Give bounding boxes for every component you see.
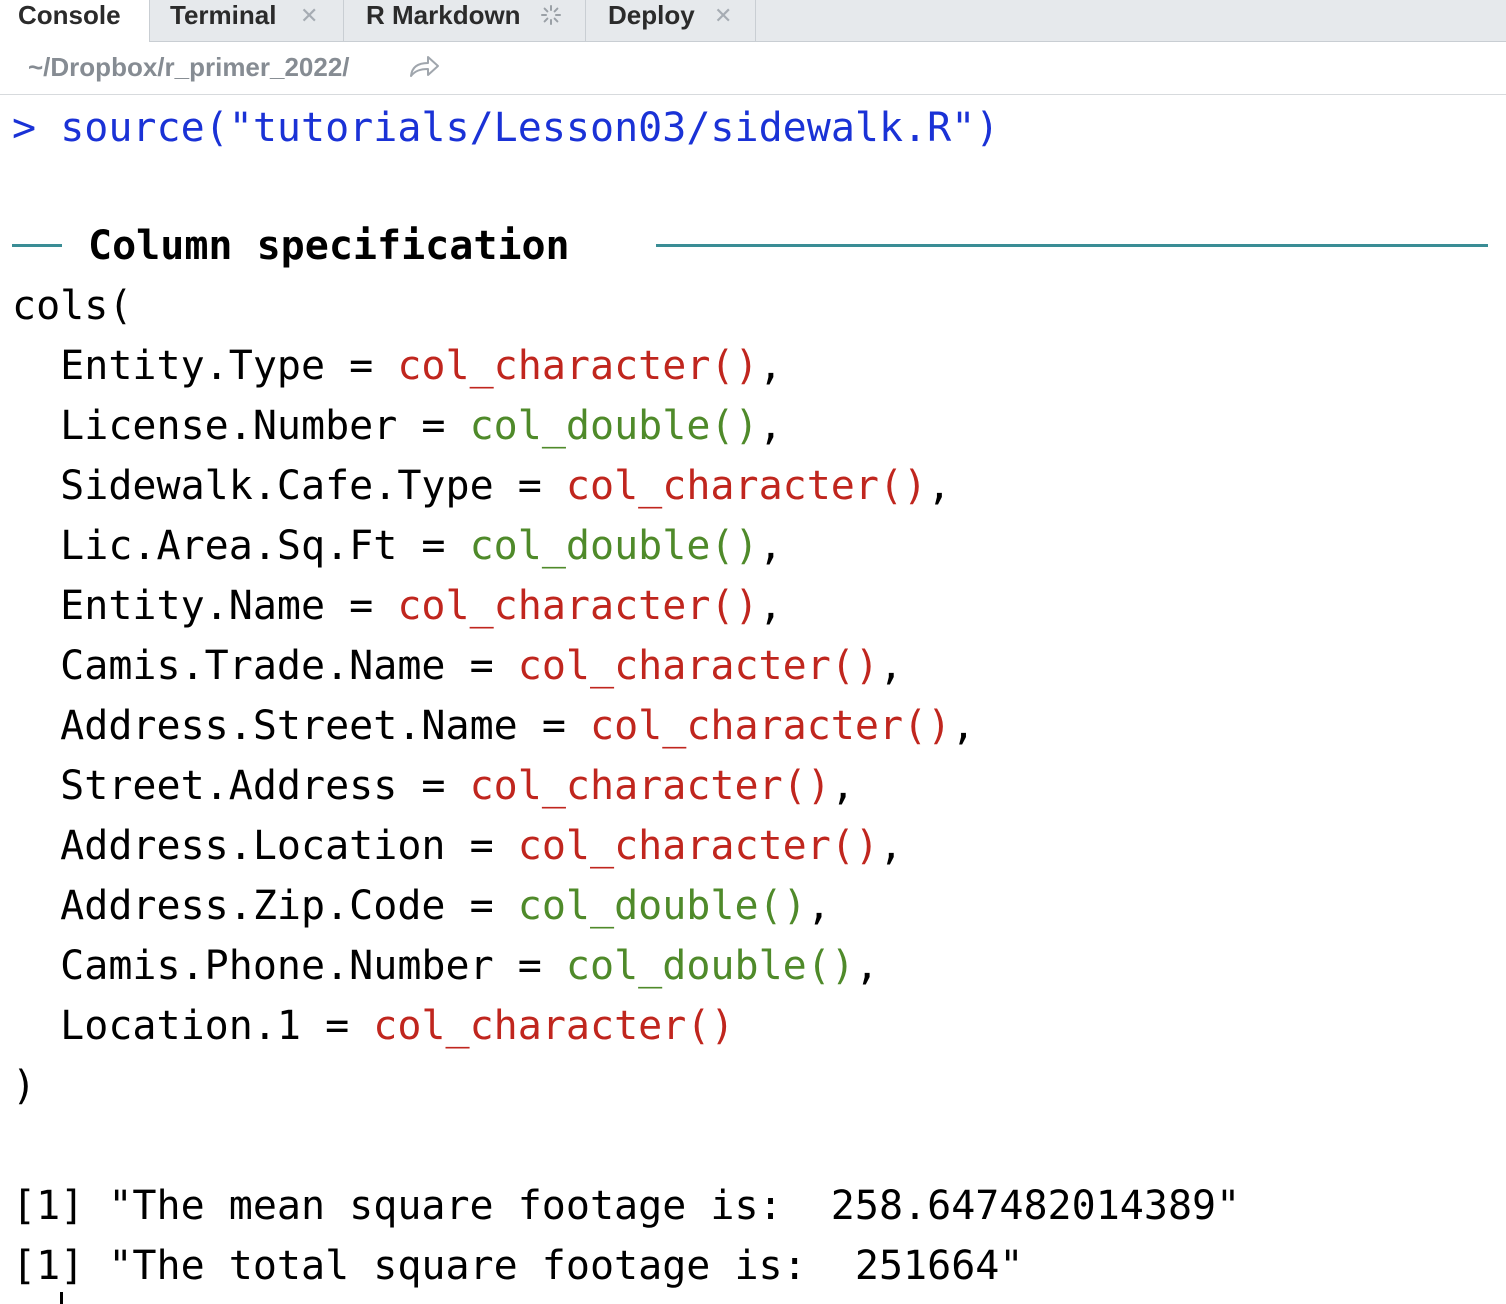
col-type: col_character()	[397, 343, 759, 389]
col-name: Address.Location	[60, 823, 446, 869]
col-type: col_character()	[373, 1003, 735, 1049]
go-to-directory-icon[interactable]	[408, 54, 440, 80]
col-sep: ,	[854, 943, 879, 989]
col-sep: ,	[806, 883, 831, 929]
col-type: col_character()	[517, 643, 879, 689]
col-name: Camis.Phone.Number	[60, 943, 494, 989]
col-name: Location.1	[60, 1003, 301, 1049]
console-output[interactable]: > source("tutorials/Lesson03/sidewalk.R"…	[0, 96, 1506, 1304]
spec-line: Location.1 = col_character()	[60, 1003, 735, 1049]
col-sep: ,	[878, 643, 904, 689]
col-name: Street.Address	[60, 763, 398, 809]
close-icon[interactable]: ✕	[714, 2, 732, 32]
tab-r-markdown-label: R Markdown	[366, 0, 521, 30]
col-name: Sidewalk.Cafe.Type	[60, 463, 494, 509]
spec-line: Lic.Area.Sq.Ft = col_double(),	[60, 523, 783, 569]
console-command: source("tutorials/Lesson03/sidewalk.R")	[60, 105, 1000, 151]
working-directory-path: ~/Dropbox/r_primer_2022/	[28, 52, 350, 82]
spec-line: License.Number = col_double(),	[60, 403, 783, 449]
spec-line: Address.Location = col_character(),	[60, 823, 904, 869]
spec-rule-left	[12, 244, 62, 247]
col-name: Address.Zip.Code	[60, 883, 446, 929]
spec-line: Address.Zip.Code = col_double(),	[60, 883, 831, 929]
spec-line: Sidewalk.Cafe.Type = col_character(),	[60, 463, 952, 509]
tab-console-label: Console	[18, 0, 121, 30]
col-name: Lic.Area.Sq.Ft	[60, 523, 398, 569]
spec-line: Street.Address = col_character(),	[60, 763, 855, 809]
col-sep: ,	[878, 823, 904, 869]
command-line: > source("tutorials/Lesson03/sidewalk.R"…	[12, 98, 999, 158]
spec-header: Column specification	[88, 223, 570, 269]
col-sep: ,	[951, 703, 976, 749]
spec-line: Camis.Phone.Number = col_double(),	[60, 943, 879, 989]
cols-close: )	[12, 1063, 37, 1109]
col-sep: ,	[758, 523, 783, 569]
output-line: [1] "The mean square footage is: 258.647…	[12, 1183, 1241, 1229]
col-type: col_double()	[565, 943, 855, 989]
spec-rule-right	[656, 244, 1488, 247]
spec-line: Camis.Trade.Name = col_character(),	[60, 643, 904, 689]
cols-open: cols(	[12, 283, 133, 329]
col-name: Entity.Type	[60, 343, 326, 389]
output-line: [1] "The total square footage is: 251664…	[12, 1243, 1024, 1289]
console-prompt: >	[12, 105, 37, 151]
col-type: col_double()	[469, 403, 759, 449]
tab-console[interactable]: Console	[0, 0, 150, 43]
col-sep: ,	[927, 463, 952, 509]
text-cursor	[60, 1292, 63, 1304]
tab-deploy[interactable]: Deploy ✕	[586, 0, 756, 42]
spec-line: Entity.Name = col_character(),	[60, 583, 783, 629]
spec-line: Entity.Type = col_character(),	[60, 343, 783, 389]
loading-spinner-icon	[541, 5, 561, 25]
spec-line: Address.Street.Name = col_character(),	[60, 703, 976, 749]
working-directory-bar: ~/Dropbox/r_primer_2022/	[0, 42, 1506, 95]
tab-r-markdown[interactable]: R Markdown	[344, 0, 586, 42]
tab-deploy-label: Deploy	[608, 0, 695, 30]
col-type: col_character()	[565, 463, 928, 509]
col-type: col_character()	[469, 763, 831, 809]
col-name: Entity.Name	[60, 583, 326, 629]
col-type: col_character()	[517, 823, 879, 869]
col-name: Camis.Trade.Name	[60, 643, 446, 689]
col-type: col_double()	[517, 883, 807, 929]
tab-terminal-label: Terminal	[170, 0, 277, 30]
col-sep: ,	[758, 583, 783, 629]
close-icon[interactable]: ✕	[300, 2, 318, 32]
col-sep: ,	[758, 343, 783, 389]
col-sep: ,	[830, 763, 855, 809]
pane-tab-bar: Console Terminal ✕ R Markdown Deploy ✕	[0, 0, 1506, 43]
col-type: col_character()	[589, 703, 952, 749]
col-name: Address.Street.Name	[60, 703, 518, 749]
col-name: License.Number	[60, 403, 398, 449]
col-sep: ,	[758, 403, 783, 449]
tab-terminal[interactable]: Terminal ✕	[150, 0, 344, 42]
col-type: col_character()	[397, 583, 759, 629]
col-type: col_double()	[469, 523, 759, 569]
